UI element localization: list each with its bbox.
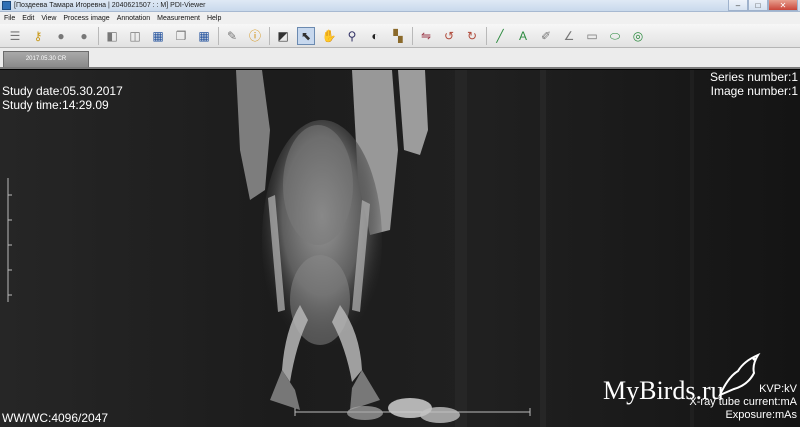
exposure-value: Exposure:mAs [725,409,797,421]
edit-icon[interactable]: ✎ [223,27,241,45]
watermark-logo: MyBirds.ru [603,376,724,405]
study-time: Study time:14:29.09 [2,98,109,112]
toolbar-separator [269,26,270,45]
users-icon[interactable]: ● [75,27,93,45]
window-title: [Поздеева Тамара Игоревна | 2040621507 :… [14,2,206,9]
study-date: Study date:05.30.2017 [2,84,123,98]
menu-bar: File Edit View Process image Annotation … [0,12,800,24]
menu-annotation[interactable]: Annotation [117,15,150,22]
series-info-overlay: Series number:1 Image number:1 [710,70,798,98]
menu-view[interactable]: View [41,15,56,22]
xray-image [0,70,800,427]
menu-file[interactable]: File [4,15,15,22]
study-info-overlay: Study date:05.30.2017 Study time:14:29.0… [2,84,123,112]
toolbar-separator [98,26,99,45]
rotate-left-icon[interactable]: ↺ [440,27,458,45]
toolbar: ☰ ⚷ ● ● ◧ ◫ ▦ ❐ ▦ ✎ ⓘ ◩ ⬉ ✋ ⚲ ◐ ▚ ⇋ ↺ ↻ … [0,24,800,48]
invert-icon[interactable]: ◐ [366,27,384,45]
app-icon [2,1,11,10]
contrast-icon[interactable]: ◩ [274,27,292,45]
select-arrow-icon[interactable]: ⬉ [297,26,315,45]
area-icon[interactable]: ▭ [583,27,601,45]
menu-help[interactable]: Help [207,15,221,22]
key-icon[interactable]: ⚷ [29,27,47,45]
angle-icon[interactable]: ∠ [560,27,578,45]
menu-edit[interactable]: Edit [22,15,34,22]
menu-measurement[interactable]: Measurement [157,15,200,22]
zoom-icon[interactable]: ⚲ [343,27,361,45]
grid-layout-icon[interactable]: ▦ [195,27,213,45]
layers-icon[interactable]: ◧ [103,27,121,45]
rotate-right-icon[interactable]: ↻ [463,27,481,45]
flip-icon[interactable]: ⇋ [417,27,435,45]
circle-measure-icon[interactable]: ◎ [629,27,647,45]
maximize-button[interactable]: □ [748,0,768,11]
toolbar-separator [412,26,413,45]
pan-hand-icon[interactable]: ✋ [320,27,338,45]
minimize-button[interactable]: – [728,0,748,11]
text-annotation-icon[interactable]: A [514,27,532,45]
close-button[interactable]: ✕ [768,0,798,11]
stack-icon[interactable]: ◫ [126,27,144,45]
ellipse-icon[interactable]: ⬭ [606,27,624,45]
title-bar: [Поздеева Тамара Игоревна | 2040621507 :… [0,0,800,12]
window-controls: – □ ✕ [728,0,798,11]
window-level-readout: WW/WC:4096/2047 [2,411,109,425]
series-number: Series number:1 [709,70,798,84]
ruler-line-icon[interactable]: ╱ [491,27,509,45]
tab-study-image[interactable]: 2017.05.30 CR [3,51,89,67]
tile-layout-icon[interactable]: ▚ [389,27,407,45]
info-icon[interactable]: ⓘ [246,27,264,45]
user-icon[interactable]: ● [52,27,70,45]
toolbar-separator [486,26,487,45]
image-viewer[interactable]: Study date:05.30.2017 Study time:14:29.0… [0,70,800,427]
image-tab-strip: 2017.05.30 CR [0,48,800,69]
grid-icon[interactable]: ▦ [149,27,167,45]
pen-icon[interactable]: ✐ [537,27,555,45]
toolbar-separator [218,26,219,45]
menu-process-image[interactable]: Process image [63,15,109,22]
copy-icon[interactable]: ❐ [172,27,190,45]
image-number: Image number:1 [710,84,798,98]
list-icon[interactable]: ☰ [6,27,24,45]
